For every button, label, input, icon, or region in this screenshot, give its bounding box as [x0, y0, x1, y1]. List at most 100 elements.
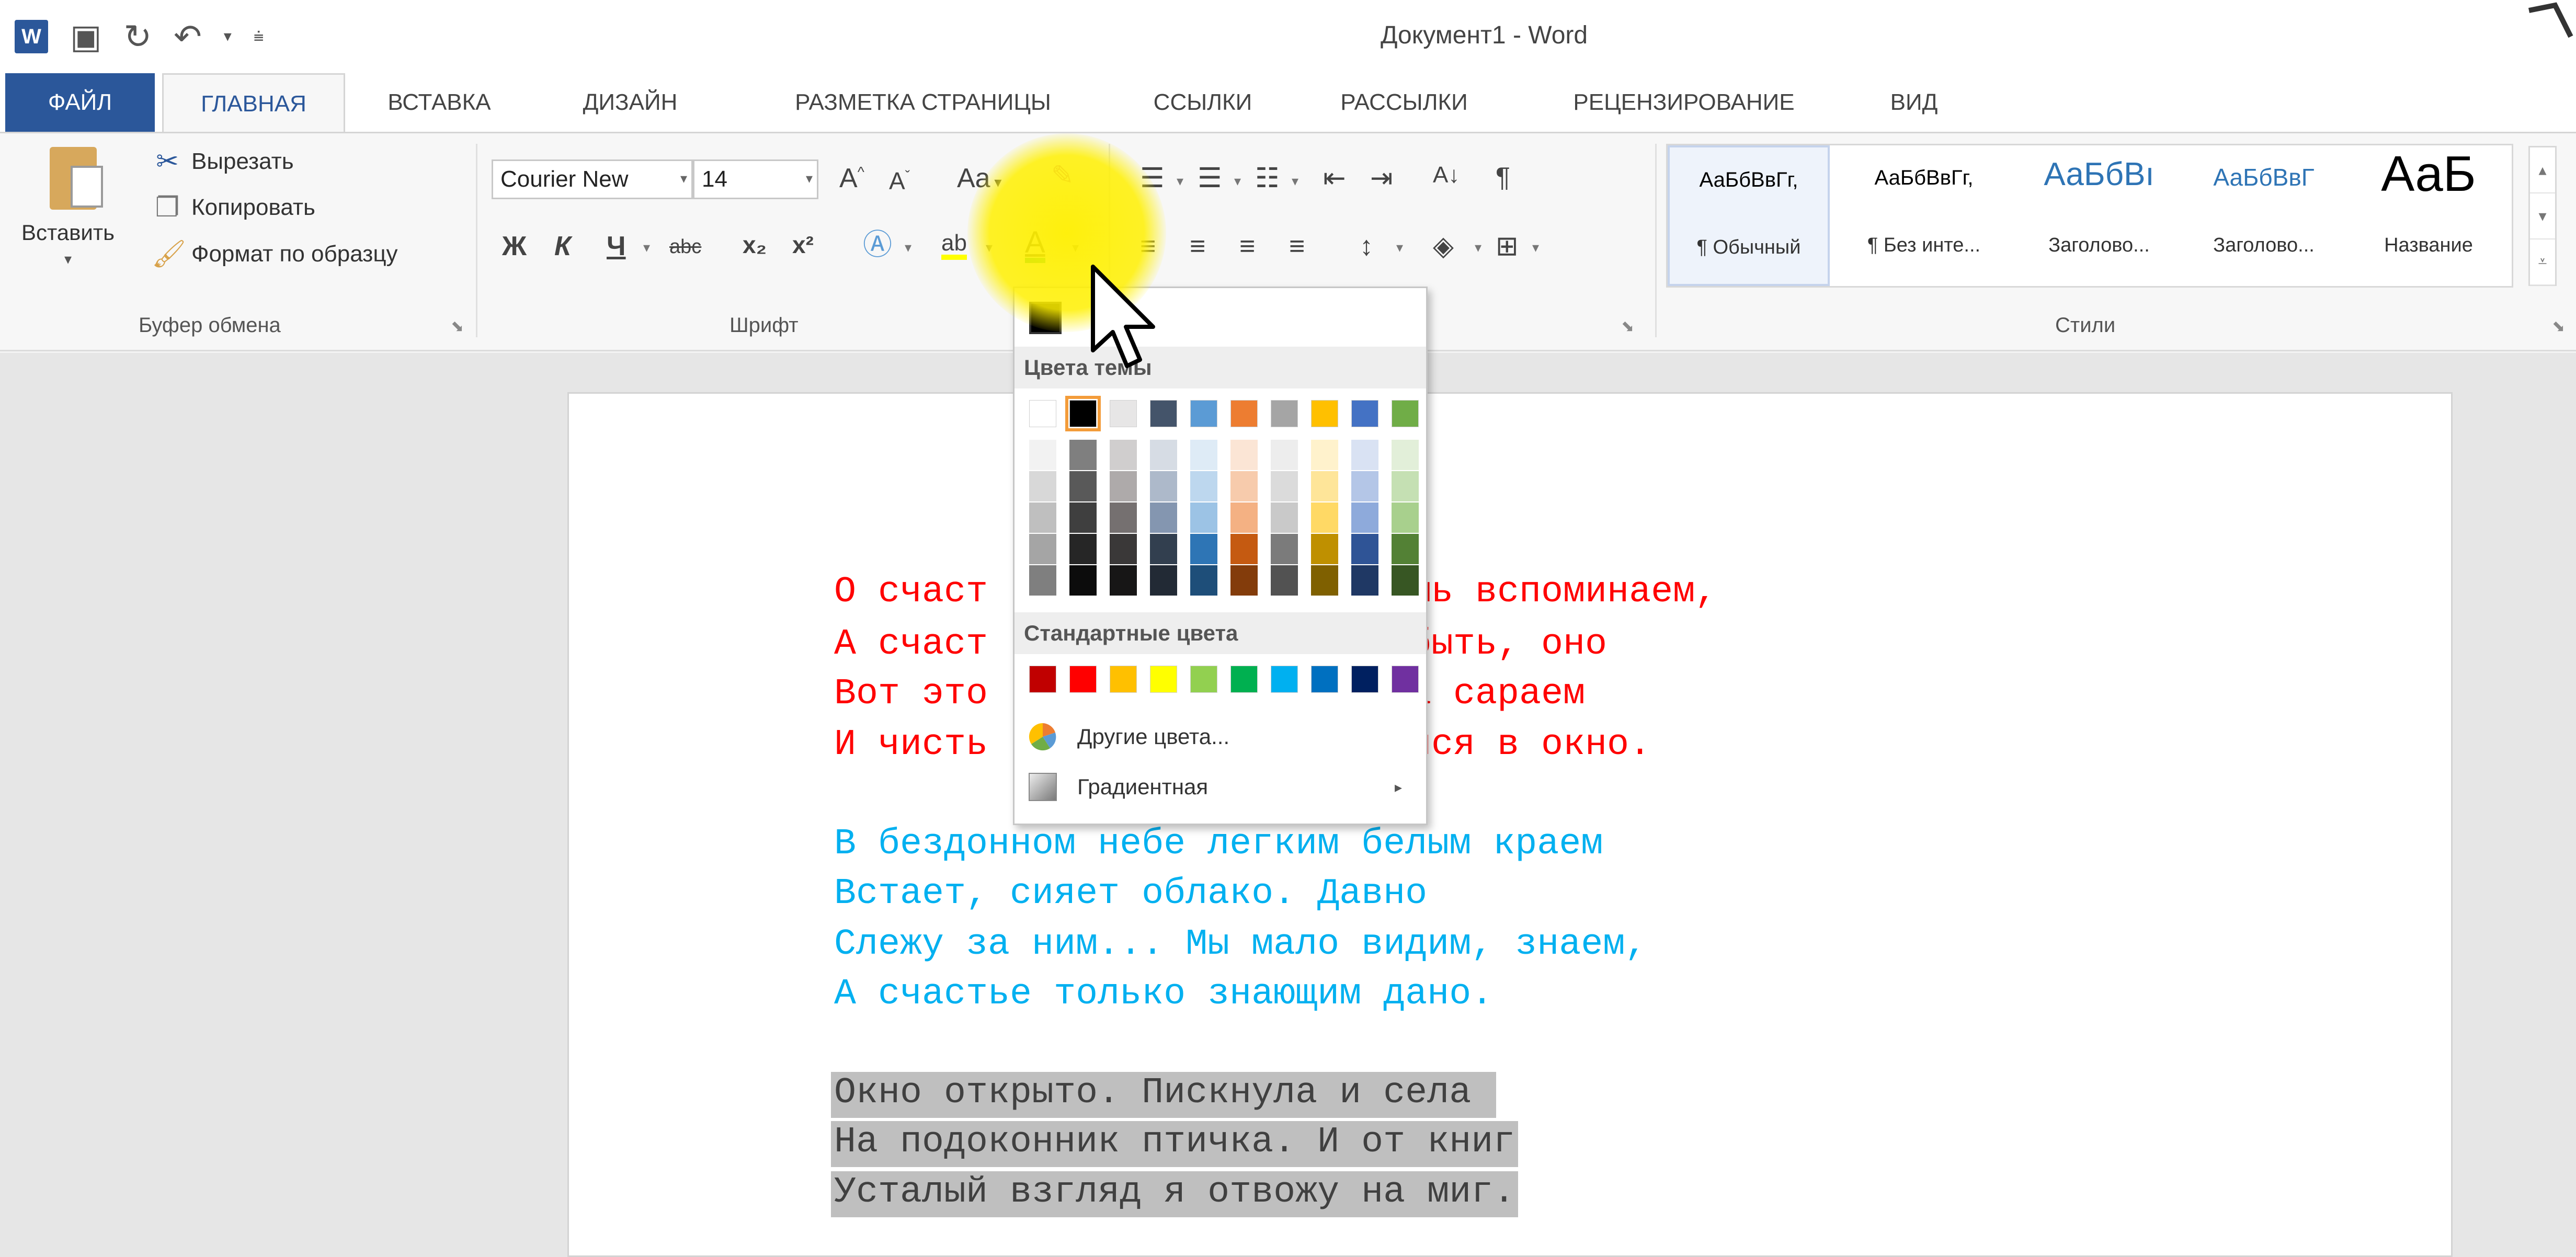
style-heading-2[interactable]: АаБбВвГ Заголово... — [2185, 145, 2342, 286]
copy-button[interactable]: ❐ Копировать — [152, 192, 315, 223]
theme-shade-swatch[interactable] — [1069, 502, 1097, 533]
styles-launcher-icon[interactable]: ⬊ — [2552, 317, 2565, 336]
chevron-down-icon[interactable]: ▾ — [1177, 174, 1183, 188]
line-spacing-icon[interactable]: ↕ — [1360, 233, 1373, 260]
theme-shade-swatch[interactable] — [1230, 565, 1258, 596]
standard-color-swatch[interactable] — [1311, 666, 1338, 693]
theme-shade-swatch[interactable] — [1351, 502, 1378, 533]
multilevel-list-icon[interactable]: ☷ — [1255, 165, 1280, 192]
poem-line[interactable]: И чисть — [834, 727, 988, 763]
theme-shade-swatch[interactable] — [1351, 565, 1378, 596]
theme-shade-swatch[interactable] — [1029, 502, 1056, 533]
theme-shade-swatch[interactable] — [1110, 565, 1137, 596]
style-heading-1[interactable]: АаБбВı Заголово... — [2018, 145, 2180, 286]
theme-shade-swatch[interactable] — [1190, 471, 1217, 501]
theme-color-swatch[interactable] — [1150, 400, 1177, 427]
theme-shade-swatch[interactable] — [1271, 534, 1298, 564]
format-painter-button[interactable]: 🖌 Формат по образцу — [152, 238, 398, 270]
theme-shade-swatch[interactable] — [1392, 440, 1419, 470]
tab-references[interactable]: ССЫЛКИ — [1137, 73, 1268, 132]
theme-shade-swatch[interactable] — [1351, 471, 1378, 501]
poem-line-selected[interactable]: Окно открыто. Пискнула и села — [831, 1072, 1497, 1118]
theme-shade-swatch[interactable] — [1069, 534, 1097, 564]
theme-shade-swatch[interactable] — [1150, 502, 1177, 533]
theme-shade-swatch[interactable] — [1271, 440, 1298, 470]
theme-shade-swatch[interactable] — [1150, 534, 1177, 564]
poem-line[interactable]: Слежу за ним... Мы мало видим, знаем, — [834, 927, 1647, 963]
poem-line-selected[interactable]: Усталый взгляд я отвожу на миг. — [831, 1171, 1519, 1217]
theme-shade-swatch[interactable] — [1190, 534, 1217, 564]
theme-shade-swatch[interactable] — [1392, 502, 1419, 533]
theme-shade-swatch[interactable] — [1392, 534, 1419, 564]
theme-shade-swatch[interactable] — [1069, 440, 1097, 470]
italic-button[interactable]: К — [554, 233, 571, 260]
undo-icon[interactable]: ↶ — [174, 20, 202, 53]
theme-shade-swatch[interactable] — [1230, 502, 1258, 533]
theme-shade-swatch[interactable] — [1150, 440, 1177, 470]
theme-shade-swatch[interactable] — [1311, 471, 1338, 501]
theme-color-swatch[interactable] — [1190, 400, 1217, 427]
theme-shade-swatch[interactable] — [1392, 471, 1419, 501]
poem-line[interactable]: О счаст — [834, 574, 988, 611]
customize-qat-icon[interactable]: ⩧ — [254, 28, 264, 45]
font-size-box[interactable]: 14 ▾ — [693, 159, 818, 199]
tab-page-layout[interactable]: РАЗМЕТКА СТРАНИЦЫ — [761, 73, 1085, 132]
theme-shade-swatch[interactable] — [1311, 502, 1338, 533]
theme-color-swatch[interactable] — [1392, 400, 1419, 427]
more-styles-icon[interactable]: ⩡ — [2530, 239, 2555, 285]
theme-shade-swatch[interactable] — [1150, 471, 1177, 501]
theme-color-swatch[interactable] — [1271, 400, 1298, 427]
theme-shade-swatch[interactable] — [1029, 565, 1056, 596]
strikethrough-button[interactable]: abc — [669, 237, 701, 257]
chevron-down-icon[interactable]: ▾ — [680, 170, 687, 187]
theme-shade-swatch[interactable] — [1392, 565, 1419, 596]
standard-color-swatch[interactable] — [1190, 666, 1217, 693]
text-effects-icon[interactable]: Ⓐ — [863, 230, 892, 259]
poem-line[interactable]: а сараем — [1409, 676, 1585, 713]
scroll-down-icon[interactable]: ▾ — [2530, 193, 2555, 239]
theme-shade-swatch[interactable] — [1110, 534, 1137, 564]
theme-shade-swatch[interactable] — [1311, 440, 1338, 470]
theme-shade-swatch[interactable] — [1230, 471, 1258, 501]
poem-line[interactable]: шь вспоминаем, — [1409, 574, 1717, 611]
standard-color-swatch[interactable] — [1392, 666, 1419, 693]
theme-color-swatch[interactable] — [1351, 400, 1378, 427]
highlight-color-button[interactable]: ab — [941, 232, 967, 260]
shading-icon[interactable]: ◈ — [1433, 233, 1454, 260]
more-colors-item[interactable]: Другие цвета... — [1015, 712, 1426, 762]
chevron-down-icon[interactable]: ▾ — [1475, 241, 1481, 254]
chevron-down-icon[interactable]: ▾ — [1292, 174, 1298, 188]
theme-shade-swatch[interactable] — [1311, 534, 1338, 564]
theme-shade-swatch[interactable] — [1190, 502, 1217, 533]
cut-button[interactable]: ✂ Вырезать — [152, 146, 294, 177]
theme-shade-swatch[interactable] — [1029, 534, 1056, 564]
theme-shade-swatch[interactable] — [1069, 471, 1097, 501]
clipboard-launcher-icon[interactable]: ⬊ — [451, 317, 464, 336]
numbering-icon[interactable]: ☰ — [1198, 165, 1222, 192]
poem-line[interactable]: быть, оно — [1409, 626, 1607, 663]
tab-mailings[interactable]: РАССЫЛКИ — [1320, 73, 1488, 132]
poem-line[interactable]: А счастье только знающим дано. — [834, 976, 1493, 1013]
theme-shade-swatch[interactable] — [1190, 565, 1217, 596]
paste-dropdown-icon[interactable]: ▾ — [64, 250, 72, 268]
theme-shade-swatch[interactable] — [1029, 440, 1056, 470]
theme-shade-swatch[interactable] — [1351, 534, 1378, 564]
style-normal[interactable]: АаБбВвГг, ¶ Обычный — [1668, 145, 1830, 286]
tab-review[interactable]: РЕЦЕНЗИРОВАНИЕ — [1543, 73, 1825, 132]
tab-home[interactable]: ГЛАВНАЯ — [162, 73, 345, 133]
tab-view[interactable]: ВИД — [1872, 73, 1956, 132]
styles-scroll[interactable]: ▴ ▾ ⩡ — [2528, 146, 2557, 286]
theme-color-swatch[interactable] — [1110, 400, 1137, 427]
decrease-indent-icon[interactable]: ⇤ — [1323, 165, 1346, 192]
redo-icon[interactable]: ↻ — [123, 20, 152, 53]
word-app-icon[interactable]: W — [15, 20, 48, 53]
standard-color-swatch[interactable] — [1351, 666, 1378, 693]
undo-dropdown-icon[interactable]: ▾ — [224, 29, 232, 44]
standard-color-swatch[interactable] — [1029, 666, 1056, 693]
justify-icon[interactable]: ≡ — [1289, 233, 1305, 260]
save-icon[interactable]: ▣ — [70, 20, 101, 53]
poem-line[interactable]: А счаст — [834, 626, 988, 663]
theme-shade-swatch[interactable] — [1069, 565, 1097, 596]
chevron-down-icon[interactable]: ▾ — [806, 170, 813, 187]
increase-indent-icon[interactable]: ⇥ — [1370, 165, 1393, 192]
